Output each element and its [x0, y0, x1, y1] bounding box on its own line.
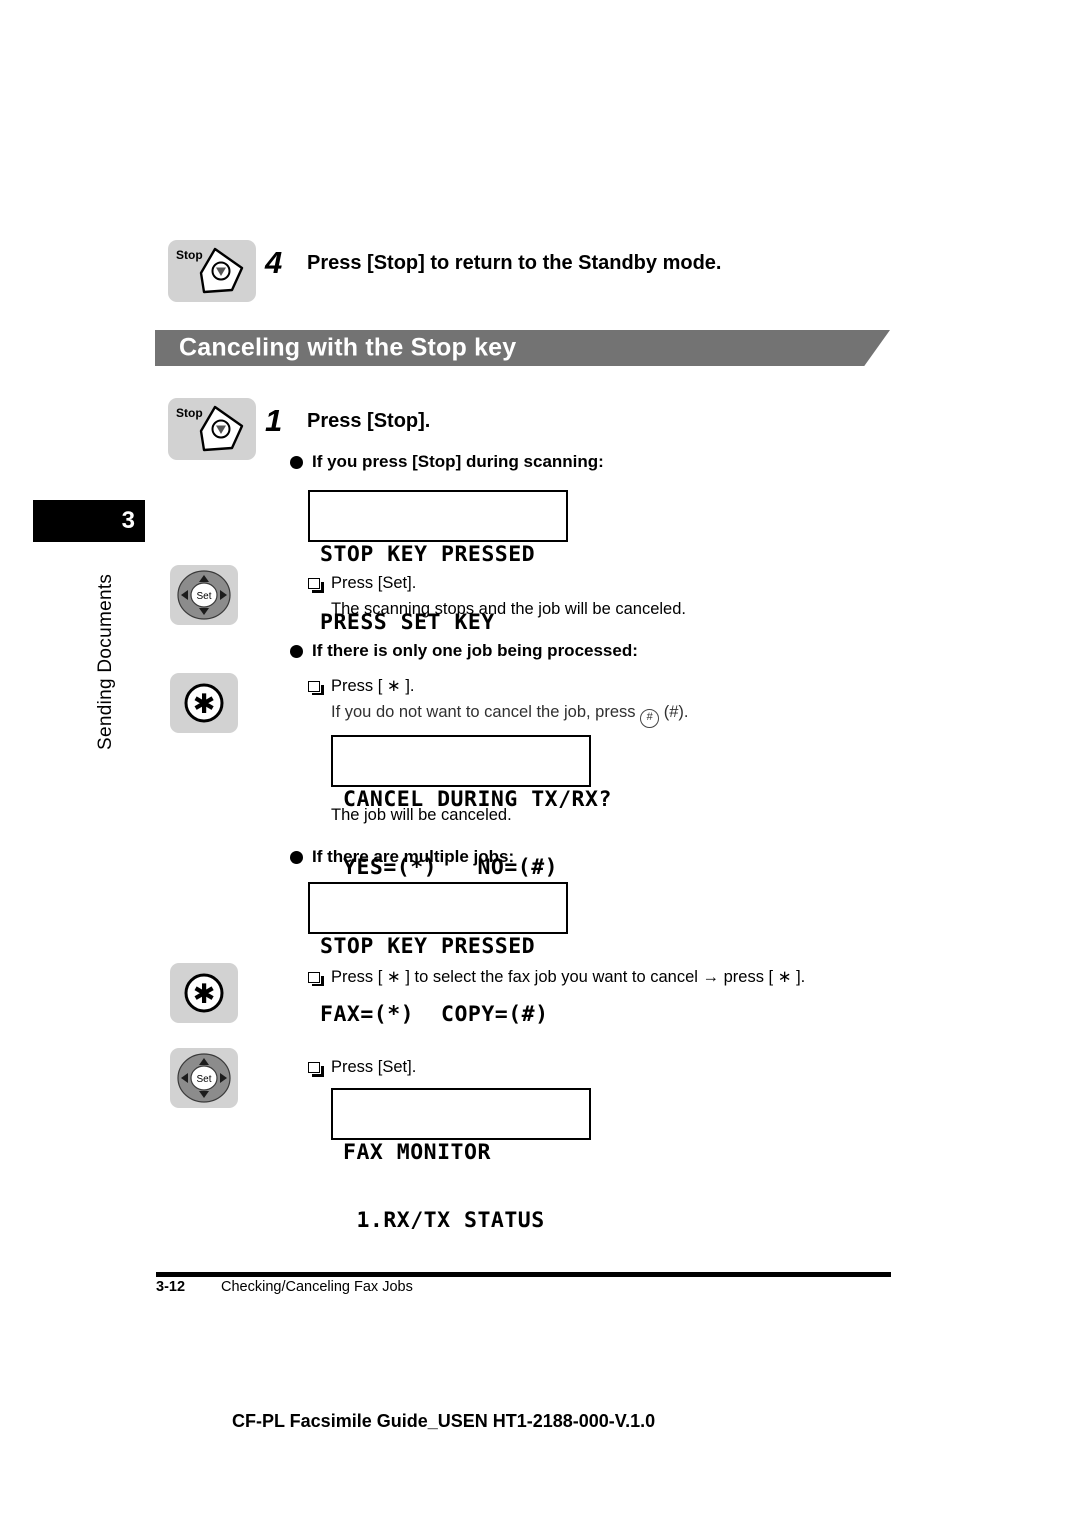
set-key-icon[interactable]: Set: [170, 1048, 238, 1108]
bullet-dot-icon: [290, 455, 303, 469]
lcd-line-1: STOP KEY PRESSED: [320, 541, 536, 567]
substep-press-set: Press [Set].: [308, 574, 416, 593]
manual-page: 3 Sending Documents Stop 4 Press [Stop] …: [0, 0, 1080, 1528]
stop-key-icon[interactable]: Stop: [168, 240, 256, 302]
asterisk-key-icon[interactable]: ✱: [170, 963, 238, 1023]
set-key-glyph: Set: [177, 570, 231, 620]
substep-text: Press [Set].: [331, 1058, 417, 1076]
step-title-4: Press [Stop] to return to the Standby mo…: [307, 252, 722, 274]
step-title-1: Press [Stop].: [307, 410, 431, 432]
substep-result-canceled: The job will be canceled.: [331, 806, 512, 824]
lcd-line-2: 1.RX/TX STATUS: [343, 1207, 545, 1233]
footer-section-title: Checking/Canceling Fax Jobs: [221, 1279, 413, 1295]
asterisk-key-icon[interactable]: ✱: [170, 673, 238, 733]
section-banner: Canceling with the Stop key: [155, 330, 890, 366]
substep-note-scanning: The scanning stops and the job will be c…: [331, 600, 686, 618]
checkbox-icon: [308, 680, 324, 695]
bullet-heading-text: If there are multiple jobs:: [312, 847, 515, 866]
checkbox-icon: [308, 971, 324, 986]
note-pre-text: If you do not want to cancel the job, pr…: [331, 703, 636, 721]
svg-text:✱: ✱: [193, 979, 216, 1010]
hash-circle-icon: #: [640, 709, 660, 728]
svg-text:✱: ✱: [193, 689, 216, 720]
substep-text: Press [ ∗ ].: [331, 677, 415, 695]
substep-press-set-2: Press [Set].: [308, 1058, 416, 1077]
substep-press-asterisk: Press [ ∗ ].: [308, 676, 415, 696]
stop-key-glyph: [199, 405, 244, 452]
chapter-tab: 3: [33, 500, 145, 542]
checkbox-icon: [308, 1062, 324, 1077]
step-number-4: 4: [265, 245, 283, 280]
substep-text: Press [Set].: [331, 574, 417, 592]
substep-text: Press [ ∗ ] to select the fax job you wa…: [331, 968, 806, 986]
footer-page-number: 3-12: [156, 1279, 186, 1295]
chapter-number: 3: [121, 507, 135, 534]
chapter-label: Sending Documents: [95, 573, 116, 751]
bullet-heading-text: If there is only one job being processed…: [312, 641, 638, 660]
bullet-dot-icon: [290, 644, 303, 658]
stop-key-icon[interactable]: Stop: [168, 398, 256, 460]
lcd-display-stop-key-pressed-multi: STOP KEY PRESSED FAX=(*) COPY=(#): [308, 882, 568, 1026]
svg-text:Set: Set: [196, 591, 211, 602]
substep-select-fax-job: Press [ ∗ ] to select the fax job you wa…: [308, 967, 805, 987]
bullet-heading-scanning: If you press [Stop] during scanning:: [290, 452, 604, 472]
step-number-1: 1: [265, 403, 283, 438]
document-id: CF-PL Facsimile Guide_USEN HT1-2188-000-…: [232, 1411, 656, 1431]
note-post-text: (#).: [663, 703, 689, 721]
set-key-icon[interactable]: Set: [170, 565, 238, 625]
asterisk-key-glyph: ✱: [184, 683, 224, 723]
bullet-heading-one-job: If there is only one job being processed…: [290, 641, 638, 661]
stop-key-glyph: [199, 247, 244, 294]
lcd-line-2: FAX=(*) COPY=(#): [320, 1001, 549, 1027]
footer-divider: [156, 1272, 891, 1277]
set-key-glyph: Set: [177, 1053, 231, 1103]
lcd-display-stop-key-pressed: STOP KEY PRESSED PRESS SET KEY: [308, 490, 568, 634]
bullet-heading-text: If you press [Stop] during scanning:: [312, 452, 604, 471]
asterisk-key-glyph: ✱: [184, 973, 224, 1013]
lcd-display-fax-monitor: FAX MONITOR 1.RX/TX STATUS: [331, 1088, 591, 1232]
bullet-heading-multiple-jobs: If there are multiple jobs:: [290, 847, 514, 867]
lcd-display-cancel-during-txrx: CANCEL DURING TX/RX? YES=(*) NO=(#): [331, 735, 611, 879]
svg-text:Set: Set: [196, 1074, 211, 1085]
lcd-line-1: FAX MONITOR: [343, 1139, 491, 1165]
lcd-line-1: STOP KEY PRESSED: [320, 933, 536, 959]
bullet-dot-icon: [290, 850, 303, 864]
section-banner-title: Canceling with the Stop key: [179, 333, 517, 362]
checkbox-icon: [308, 578, 324, 593]
substep-note-no-cancel: If you do not want to cancel the job, pr…: [331, 703, 688, 728]
